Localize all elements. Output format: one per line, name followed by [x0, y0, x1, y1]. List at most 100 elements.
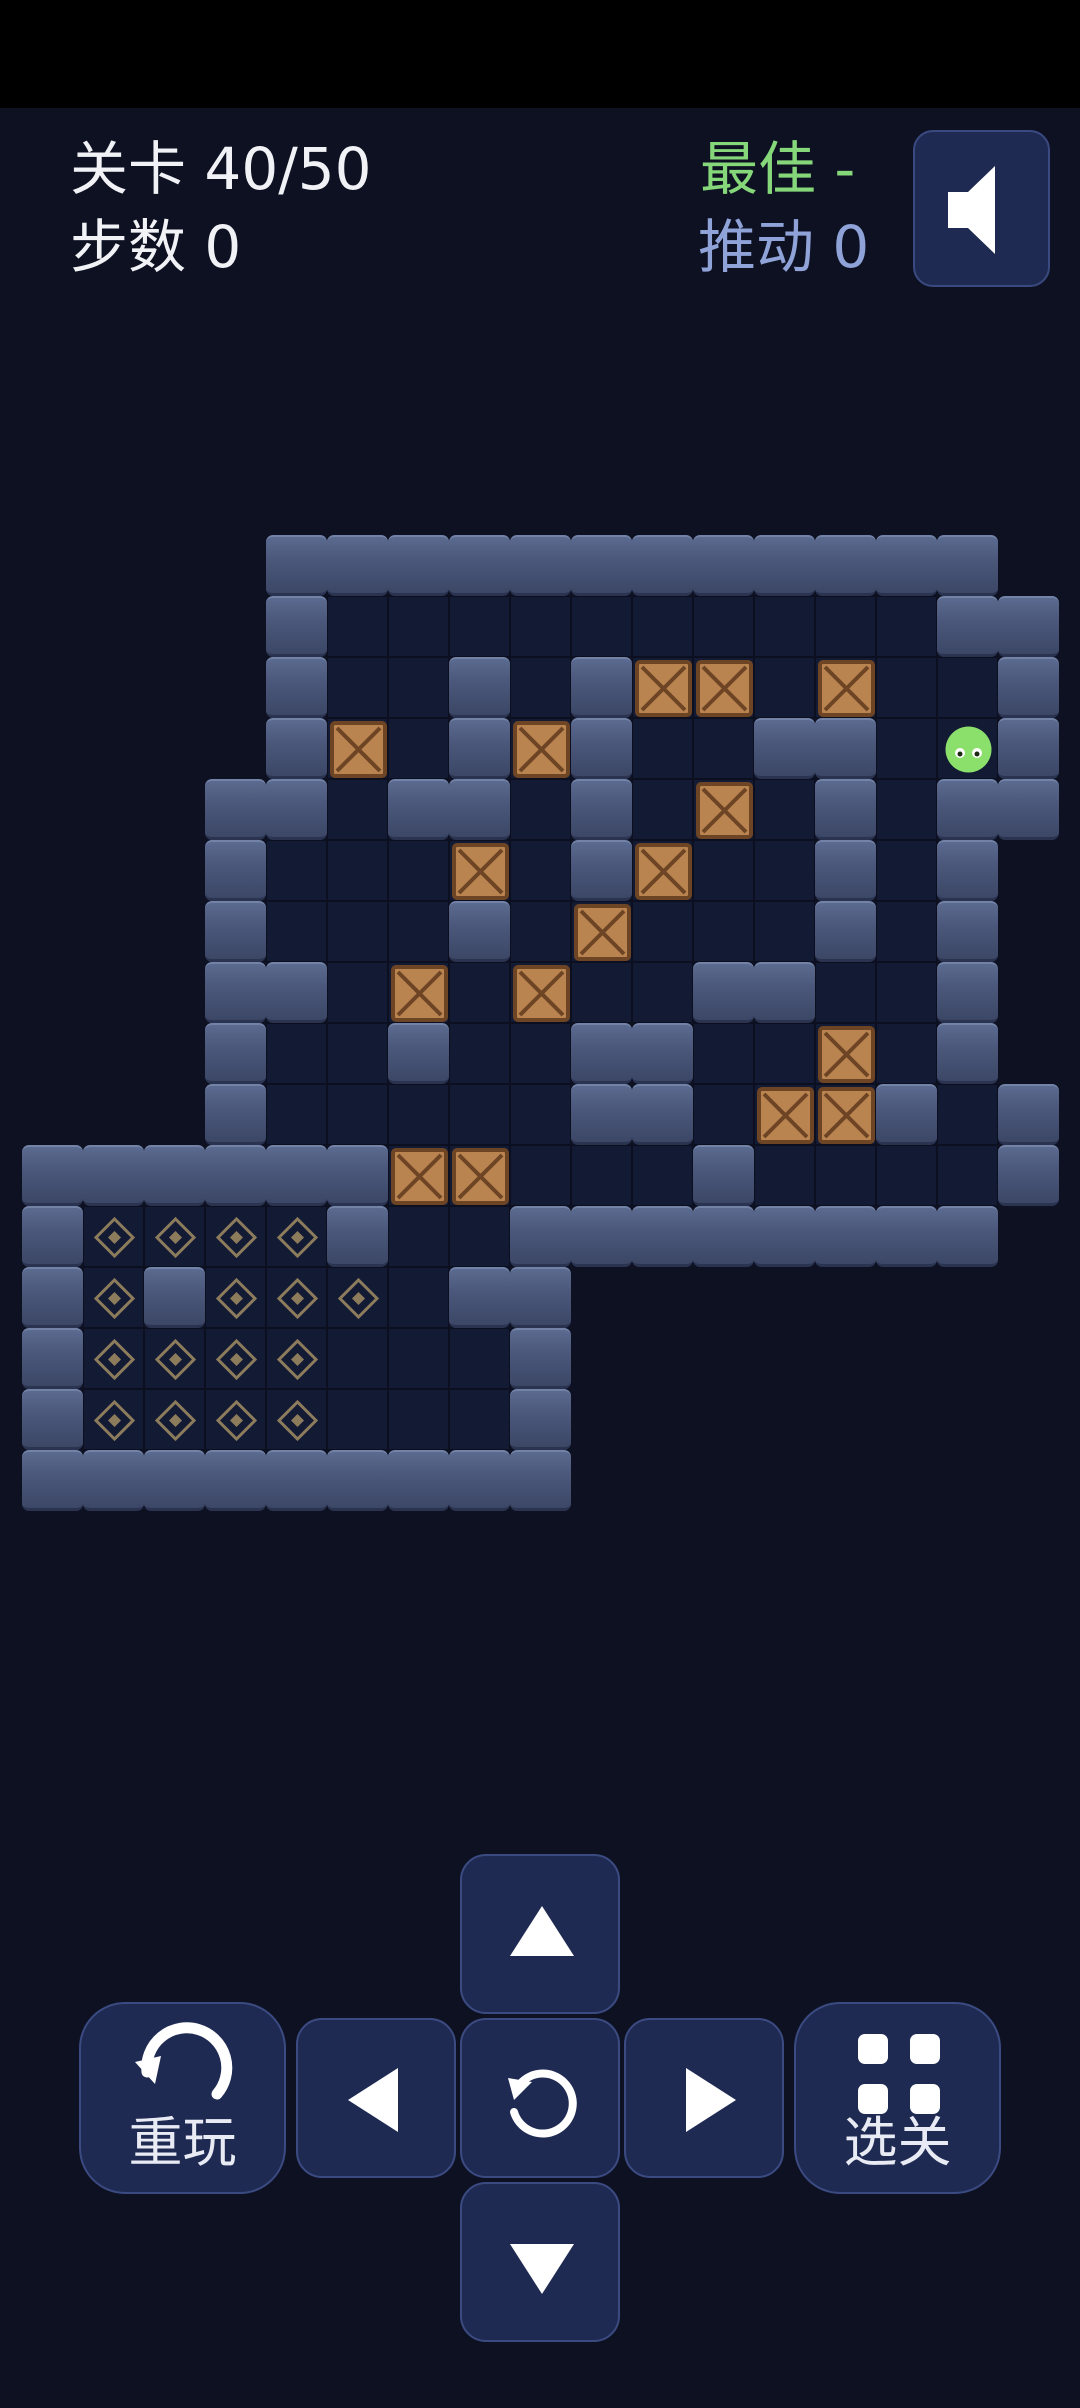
floor-tile — [876, 596, 937, 657]
wall-tile — [22, 1145, 83, 1206]
floor-tile — [327, 901, 388, 962]
goal-tile — [144, 1328, 205, 1389]
floor-tile — [327, 840, 388, 901]
floor-tile — [449, 1328, 510, 1389]
wall-tile — [266, 657, 327, 718]
level-select-button[interactable]: 选关 — [794, 2002, 1001, 2194]
floor-tile — [754, 901, 815, 962]
wall-tile — [205, 840, 266, 901]
wall-tile — [205, 1145, 266, 1206]
crate-icon — [513, 721, 570, 778]
crate-icon — [635, 843, 692, 900]
wall-tile — [449, 718, 510, 779]
goal-tile — [266, 1206, 327, 1267]
status-bar — [0, 0, 1080, 108]
restart-button[interactable]: 重玩 — [79, 2002, 286, 2194]
goal-tile — [205, 1206, 266, 1267]
goal-tile — [205, 1267, 266, 1328]
wall-tile — [998, 1084, 1059, 1145]
restart-label: 重玩 — [128, 2111, 237, 2174]
floor-tile — [876, 840, 937, 901]
wall-tile — [571, 657, 632, 718]
floor-tile — [876, 1145, 937, 1206]
goal-diamond-icon — [276, 1277, 319, 1320]
wall-tile — [205, 901, 266, 962]
wall-tile — [632, 1023, 693, 1084]
wall-tile — [815, 1206, 876, 1267]
goal-diamond-icon — [215, 1338, 258, 1381]
wall-tile — [937, 779, 998, 840]
arrow-up-icon — [510, 1906, 574, 1956]
crate-icon — [818, 660, 875, 717]
floor-tile — [449, 1023, 510, 1084]
goal-tile — [327, 1267, 388, 1328]
floor-tile — [510, 779, 571, 840]
wall-tile — [205, 962, 266, 1023]
box-tile — [510, 962, 571, 1023]
crate-icon — [757, 1087, 814, 1144]
floor-tile — [754, 1145, 815, 1206]
floor-tile — [632, 901, 693, 962]
floor-tile — [937, 657, 998, 718]
wall-tile — [22, 1450, 83, 1511]
wall-tile — [144, 1267, 205, 1328]
wall-tile — [144, 1450, 205, 1511]
box-tile — [388, 962, 449, 1023]
wall-tile — [571, 840, 632, 901]
wall-tile — [754, 718, 815, 779]
box-tile — [815, 1023, 876, 1084]
wall-tile — [998, 1145, 1059, 1206]
wall-tile — [22, 1267, 83, 1328]
goal-diamond-icon — [215, 1399, 258, 1442]
floor-tile — [388, 1267, 449, 1328]
floor-tile — [815, 596, 876, 657]
floor-tile — [754, 596, 815, 657]
wall-tile — [327, 1450, 388, 1511]
wall-tile — [388, 779, 449, 840]
move-down-button[interactable] — [460, 2182, 620, 2342]
crate-icon — [818, 1087, 875, 1144]
floor-tile — [327, 657, 388, 718]
box-tile — [449, 840, 510, 901]
floor-tile — [754, 1023, 815, 1084]
floor-tile — [754, 779, 815, 840]
wall-tile — [266, 1450, 327, 1511]
wall-tile — [693, 535, 754, 596]
floor-tile — [449, 596, 510, 657]
box-tile — [632, 840, 693, 901]
move-left-button[interactable] — [296, 2018, 456, 2178]
wall-tile — [937, 1206, 998, 1267]
wall-tile — [571, 1084, 632, 1145]
wall-tile — [571, 779, 632, 840]
floor-tile — [876, 718, 937, 779]
floor-tile — [571, 962, 632, 1023]
undo-button[interactable] — [460, 2018, 620, 2178]
step-counter: 步数 0 — [70, 213, 242, 281]
goal-diamond-icon — [154, 1399, 197, 1442]
goal-tile — [205, 1389, 266, 1450]
goal-tile — [205, 1328, 266, 1389]
floor-tile — [693, 718, 754, 779]
goal-tile — [83, 1328, 144, 1389]
move-right-button[interactable] — [624, 2018, 784, 2178]
wall-tile — [693, 1206, 754, 1267]
sound-toggle-button[interactable] — [913, 130, 1050, 287]
wall-tile — [327, 1145, 388, 1206]
wall-tile — [937, 901, 998, 962]
wall-tile — [998, 779, 1059, 840]
wall-tile — [449, 1267, 510, 1328]
wall-tile — [388, 1450, 449, 1511]
floor-tile — [510, 901, 571, 962]
crate-icon — [452, 843, 509, 900]
move-up-button[interactable] — [460, 1854, 620, 2014]
wall-tile — [998, 596, 1059, 657]
goal-tile — [83, 1267, 144, 1328]
floor-tile — [449, 1206, 510, 1267]
wall-tile — [754, 535, 815, 596]
floor-tile — [571, 596, 632, 657]
wall-tile — [266, 535, 327, 596]
wall-tile — [632, 1084, 693, 1145]
wall-tile — [815, 840, 876, 901]
wall-tile — [510, 1267, 571, 1328]
floor-tile — [388, 718, 449, 779]
